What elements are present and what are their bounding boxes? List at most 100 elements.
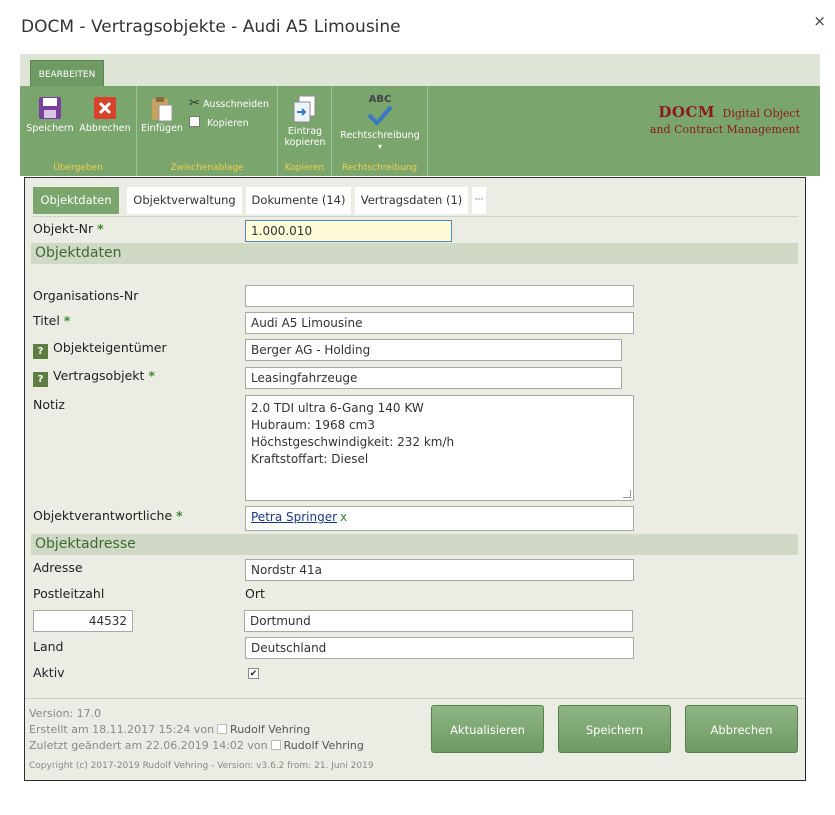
objektverantwortliche-label-text: Objektverantwortliche: [33, 508, 173, 523]
ribbon-group-label: Kopieren: [284, 163, 325, 173]
objekteigentuemer-input[interactable]: Berger AG - Holding: [245, 339, 622, 361]
required-mark: *: [176, 508, 183, 523]
vertragsobjekt-input[interactable]: Leasingfahrzeuge: [245, 367, 622, 389]
section-objektadresse: Objektadresse: [31, 534, 798, 555]
modified-prefix: Zuletzt geändert am 22.06.2019 14:02 von: [29, 739, 268, 752]
ribbon-group-label: Zwischenablage: [170, 163, 244, 173]
titel-label: Titel *: [33, 313, 70, 328]
titel-input[interactable]: Audi A5 Limousine: [245, 312, 634, 334]
cut-button-label: Ausschneiden: [202, 99, 270, 110]
save-button[interactable]: Speichern: [26, 96, 74, 134]
objekt-nr-label: Objekt-Nr *: [33, 221, 104, 236]
copy-icon: [189, 116, 200, 127]
ort-label: Ort: [245, 586, 265, 601]
copy-button-label: Kopieren: [207, 118, 249, 129]
notiz-line: 2.0 TDI ultra 6-Gang 140 KW: [251, 401, 424, 415]
vertragsobjekt-label-text: Vertragsobjekt: [53, 368, 145, 383]
spellcheck-button-label: Rechtschreibung: [340, 130, 420, 141]
land-label: Land: [33, 639, 64, 654]
person-link[interactable]: Petra Springer: [251, 510, 337, 524]
created-user: Rudolf Vehring: [230, 723, 311, 736]
cancel-button-label: Abbrechen: [79, 123, 131, 134]
tab-objektverwaltung[interactable]: Objektverwaltung: [127, 187, 242, 214]
created-text: Erstellt am 18.11.2017 15:24 von Rudolf V…: [29, 723, 310, 736]
ort-input[interactable]: Dortmund: [244, 610, 633, 632]
brand-logo: DOCM Digital Object and Contract Managem…: [650, 104, 800, 138]
ribbon-group-kopieren: Eintrag kopieren Kopieren: [278, 86, 332, 176]
objekt-nr-label-text: Objekt-Nr: [33, 221, 94, 236]
paste-button[interactable]: Einfügen: [140, 96, 184, 134]
organisations-nr-input[interactable]: [245, 285, 634, 307]
user-icon: [217, 724, 228, 734]
organisations-nr-label: Organisations-Nr: [33, 288, 139, 303]
land-input[interactable]: Deutschland: [245, 637, 634, 659]
remove-icon[interactable]: x: [340, 510, 347, 524]
spellcheck-button[interactable]: ABC Rechtschreibung ▾: [336, 94, 424, 152]
ribbon-group-rechtschreibung: ABC Rechtschreibung ▾ Rechtschreibung: [332, 86, 428, 176]
required-mark: *: [97, 221, 104, 236]
notiz-line: Höchstgeschwindigkeit: 232 km/h: [251, 435, 455, 449]
user-icon: [270, 740, 281, 750]
paste-button-label: Einfügen: [141, 123, 183, 134]
section-objektdaten: Objektdaten: [31, 243, 798, 264]
vertragsobjekt-label: ? Vertragsobjekt *: [33, 368, 155, 387]
aktiv-checkbox[interactable]: ✔: [248, 668, 259, 679]
form-panel: Objektdaten Objektverwaltung Dokumente (…: [24, 177, 806, 781]
tab-vertragsdaten[interactable]: Vertragsdaten (1): [355, 187, 468, 214]
notiz-textarea[interactable]: 2.0 TDI ultra 6-Gang 140 KW Hubraum: 196…: [245, 395, 634, 501]
copy-button[interactable]: Kopieren: [189, 116, 249, 129]
created-prefix: Erstellt am 18.11.2017 15:24 von: [29, 723, 215, 736]
notiz-line: Kraftstoffart: Diesel: [251, 452, 369, 466]
resize-handle[interactable]: [623, 490, 631, 498]
ribbon-group-zwischenablage: Einfügen ✂ Ausschneiden Kopieren Zwische…: [137, 86, 278, 176]
objektverantwortliche-input[interactable]: Petra Springer x: [245, 506, 634, 531]
notiz-line: Hubraum: 1968 cm3: [251, 418, 375, 432]
modified-user: Rudolf Vehring: [283, 739, 364, 752]
spellcheck-icon: ABC: [336, 94, 424, 128]
save-icon: [39, 97, 61, 119]
ribbon-body: Speichern Abbrechen Übergeben Einfügen ✂…: [20, 86, 820, 176]
adresse-input[interactable]: Nordstr 41a: [245, 559, 634, 581]
help-icon[interactable]: ?: [33, 344, 48, 359]
tab-dokumente[interactable]: Dokumente (14): [246, 187, 351, 214]
cut-button[interactable]: ✂ Ausschneiden: [189, 96, 269, 111]
ribbon-group-uebergeben: Speichern Abbrechen Übergeben: [20, 86, 137, 176]
copy-entry-label-2: kopieren: [284, 137, 326, 148]
dialog-title: DOCM - Vertragsobjekte - Audi A5 Limousi…: [21, 17, 401, 37]
required-mark: *: [63, 313, 71, 328]
titel-label-text: Titel: [33, 313, 60, 328]
version-text: Version: 17.0: [29, 707, 102, 720]
spellcheck-abc-text: ABC: [368, 94, 392, 105]
aktiv-label: Aktiv: [33, 665, 65, 680]
footer-divider: [25, 698, 805, 699]
close-icon[interactable]: ×: [813, 12, 826, 30]
copyright-text: Copyright (c) 2017-2019 Rudolf Vehring -…: [29, 761, 374, 771]
brand-line2: and Contract Management: [649, 123, 800, 136]
help-icon[interactable]: ?: [33, 372, 48, 387]
brand-line1: Digital Object: [722, 107, 800, 120]
objekt-nr-input[interactable]: 1.000.010: [245, 220, 452, 242]
brand-name: DOCM: [658, 103, 716, 121]
ribbon-tab-bearbeiten[interactable]: BEARBEITEN: [30, 60, 104, 86]
aktualisieren-button[interactable]: Aktualisieren: [431, 705, 544, 753]
postleitzahl-input[interactable]: 44532: [33, 610, 133, 632]
scissors-icon: ✂: [189, 96, 200, 111]
cancel-button[interactable]: Abbrechen: [77, 96, 133, 134]
objektverantwortliche-label: Objektverantwortliche *: [33, 508, 183, 523]
adresse-label: Adresse: [33, 560, 83, 575]
objekteigentuemer-label-text: Objekteigentümer: [53, 340, 167, 355]
ribbon-group-label: Übergeben: [53, 163, 103, 173]
abbrechen-button[interactable]: Abbrechen: [685, 705, 798, 753]
tab-objektdaten[interactable]: Objektdaten: [33, 187, 119, 214]
tab-more[interactable]: ···: [472, 187, 486, 214]
copy-entry-icon: [293, 95, 316, 123]
postleitzahl-label: Postleitzahl: [33, 586, 105, 601]
copy-entry-button[interactable]: Eintrag kopieren: [282, 94, 328, 148]
modified-text: Zuletzt geändert am 22.06.2019 14:02 von…: [29, 739, 364, 752]
close-icon: [94, 97, 116, 119]
ribbon: BEARBEITEN Speichern Abbrechen Übergeben: [20, 54, 820, 176]
speichern-button[interactable]: Speichern: [558, 705, 671, 753]
copy-entry-label-1: Eintrag: [287, 126, 323, 137]
save-button-label: Speichern: [26, 123, 74, 134]
required-mark: *: [148, 368, 155, 383]
